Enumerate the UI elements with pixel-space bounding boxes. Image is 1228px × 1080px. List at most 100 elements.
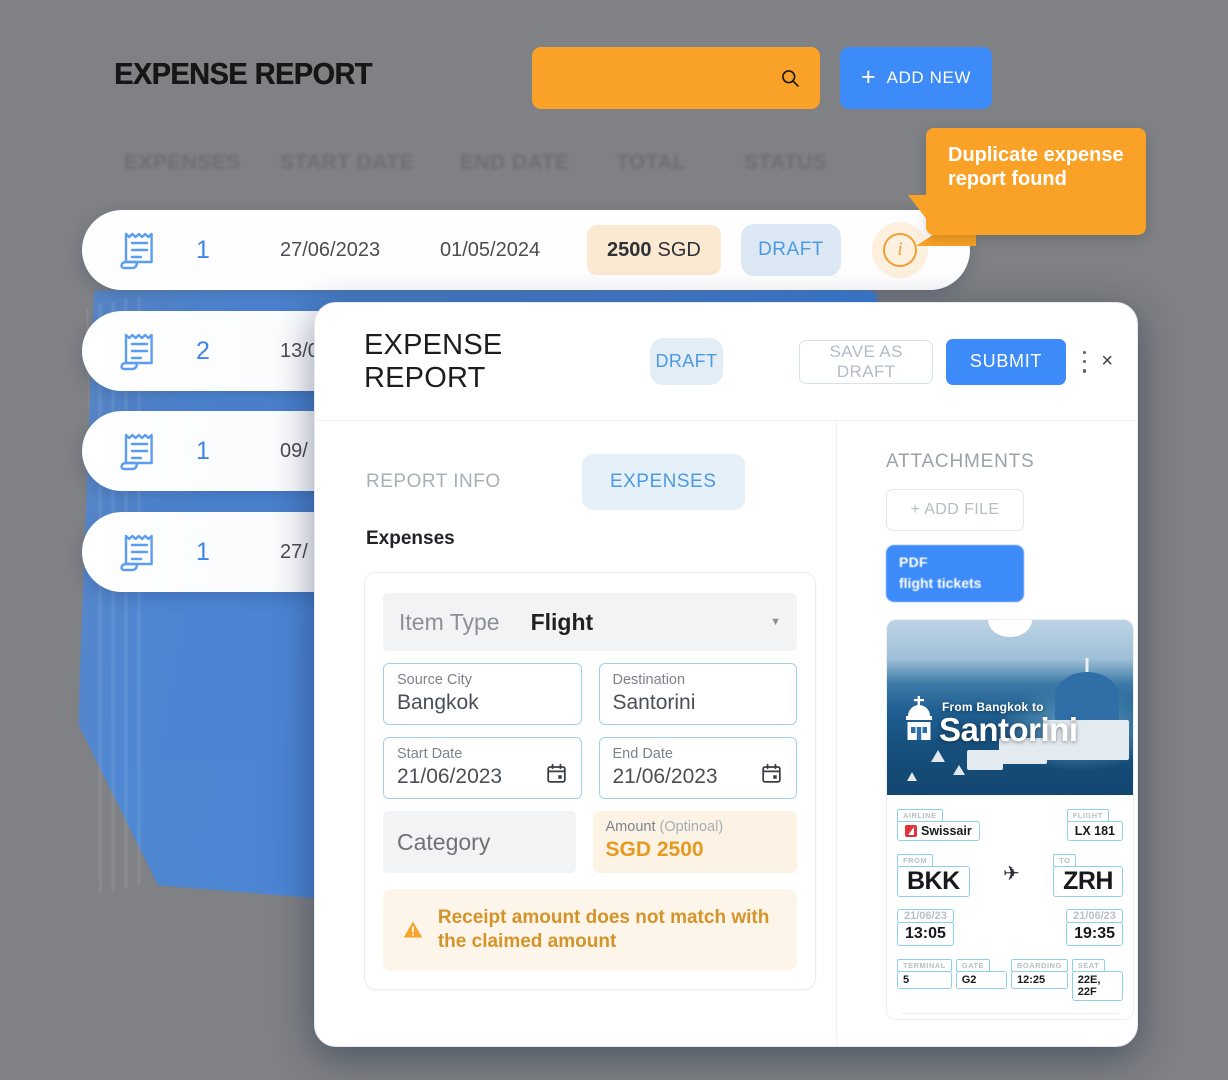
ticket-to-value: ZRH [1053,866,1123,897]
column-header-total: TOTAL [616,151,687,174]
source-city-label: Source City [397,672,472,688]
search-input[interactable] [532,47,782,109]
amount-label-text: Amount [605,819,656,835]
item-type-select[interactable]: Item Type Flight ▼ [383,593,797,651]
modal-main-panel: REPORT INFO EXPENSES Expenses Item Type … [315,421,836,1046]
expense-item-card: Item Type Flight ▼ Source City Bangkok D… [364,572,816,990]
table-header: EXPENSES START DATE END DATE TOTAL STATU… [124,151,884,185]
row-expense-count: 1 [196,537,210,566]
end-date-field[interactable]: End Date 21/06/2023 [598,737,797,799]
table-row[interactable]: 1 27/06/2023 01/05/2024 2500 SGD DRAFT i [82,210,970,290]
ticket-terminal-value: 5 [897,971,952,989]
destination-label: Destination [612,672,686,688]
ticket-seat-box: SEAT 22E, 22F [1071,955,1123,1001]
amount-label: Amount (Optinoal) [605,819,785,836]
ticket-airline-name: Swissair [921,824,972,838]
expense-report-modal: EXPENSE REPORT DRAFT SAVE AS DRAFT SUBMI… [314,302,1138,1047]
calendar-icon[interactable] [546,763,567,784]
warning-triangle-icon [403,921,423,938]
ticket-depart-box: 21/06/23 13:05 [897,906,954,946]
tab-report-info[interactable]: REPORT INFO [364,454,503,510]
ticket-gate-box: GATE G2 [955,955,1007,1001]
search-bar[interactable] [532,47,820,109]
modal-status-badge: DRAFT [649,338,724,385]
attachment-file-type: PDF [899,554,928,570]
search-icon[interactable] [780,68,800,88]
ticket-hero-destination: Santorini [939,711,1078,748]
category-placeholder: Category [397,828,491,855]
column-header-end-date: END DATE [460,151,569,174]
row-expense-count: 2 [196,336,210,365]
amount-mismatch-warning: Receipt amount does not match with the c… [383,889,797,971]
ticket-preview[interactable]: From Bangkok to Santorini AIRLINE Swissa… [886,619,1134,1020]
dates-row: Start Date 21/06/2023 End Date 21/06/202… [383,737,797,799]
end-date-value: 21/06/2023 [612,764,718,788]
add-new-label: ADD NEW [886,68,972,87]
receipt-icon [120,333,153,371]
ticket-boarding-box: BOARDING 12:25 [1010,955,1068,1001]
end-date-label: End Date [612,746,673,762]
ticket-depart-time: 13:05 [897,922,954,946]
attachments-title: ATTACHMENTS [886,451,1035,472]
calendar-icon[interactable] [761,763,782,784]
duplicate-report-tooltip: Duplicate expense report found [908,128,1146,235]
source-city-field[interactable]: Source City Bangkok [383,663,582,725]
duplicate-info-button[interactable]: i [872,222,928,278]
cities-row: Source City Bangkok Destination Santorin… [383,663,797,725]
row-start-date: 09/ [280,439,308,462]
attachment-file-chip[interactable]: PDF flight tickets [886,545,1024,602]
modal-body: REPORT INFO EXPENSES Expenses Item Type … [315,421,1137,1046]
ticket-to-box: TO ZRH [1053,850,1123,897]
ticket-boarding-caption: BOARDING [1010,959,1068,972]
receipt-icon [120,534,153,572]
destination-field[interactable]: Destination Santorini [598,663,797,725]
ticket-flight-caption: FLIGHT [1066,809,1109,822]
add-new-button[interactable]: + ADD NEW [840,47,992,109]
ticket-arrive-box: 21/06/23 19:35 [1066,906,1123,946]
source-city-value: Bangkok [397,690,479,714]
ticket-arrive-date: 21/06/23 [1066,909,1123,923]
save-as-draft-button[interactable]: SAVE AS DRAFT [799,339,934,384]
modal-title: EXPENSE REPORT [364,328,503,394]
ticket-from-value: BKK [897,866,970,897]
receipt-icon [120,433,153,471]
ticket-airline-caption: AIRLINE [897,809,943,822]
attachments-panel: ATTACHMENTS + ADD FILE PDF flight ticket… [836,421,1137,1046]
close-icon[interactable]: × [1101,350,1113,373]
row-total-badge: 2500 SGD [587,225,721,275]
ticket-terminal-box: TERMINAL 5 [897,955,952,1001]
chevron-down-icon[interactable]: ▼ [770,616,781,628]
ticket-boarding-value: 12:25 [1010,971,1068,989]
ticket-times-row: 21/06/23 13:05 21/06/23 19:35 [897,906,1123,946]
ticket-terminal-caption: TERMINAL [897,959,952,972]
ticket-airline-row: AIRLINE Swissair FLIGHT LX 181 [897,805,1123,841]
ticket-flight-box: FLIGHT LX 181 [1066,805,1123,841]
ticket-from-box: FROM BKK [897,850,970,897]
ticket-notch-decoration [988,620,1032,637]
plus-icon: + [860,62,876,91]
ticket-seat-caption: SEAT [1071,959,1106,972]
row-start-date: 27/ [280,540,308,563]
ticket-meta-grid: TERMINAL 5 GATE G2 BOARDING 12:25 SEAT 2… [897,955,1123,1001]
add-file-button[interactable]: + ADD FILE [886,489,1024,531]
ticket-seat-value: 22E, 22F [1071,971,1123,1001]
white-building-decoration [967,750,1003,770]
sailboat-decoration [907,772,917,781]
submit-button[interactable]: SUBMIT [946,338,1066,385]
row-status-badge: DRAFT [741,224,841,276]
ticket-airline-box: AIRLINE Swissair [897,805,980,841]
column-header-expenses: EXPENSES [124,151,241,174]
amount-field[interactable]: Amount (Optinoal) SGD 2500 [592,811,797,873]
receipt-icon [120,232,153,270]
ticket-divider [901,1013,1119,1014]
sailboat-decoration [931,750,945,762]
category-amount-row: Category Amount (Optinoal) SGD 2500 [383,811,797,873]
ticket-gate-value: G2 [955,971,1007,989]
row-end-date: 01/05/2024 [440,238,541,261]
expenses-section-label: Expenses [366,528,455,549]
category-field[interactable]: Category [383,811,576,873]
more-options-icon[interactable] [1082,350,1088,373]
tab-expenses[interactable]: EXPENSES [581,454,745,510]
row-total-currency: SGD [657,238,701,261]
start-date-field[interactable]: Start Date 21/06/2023 [383,737,582,799]
